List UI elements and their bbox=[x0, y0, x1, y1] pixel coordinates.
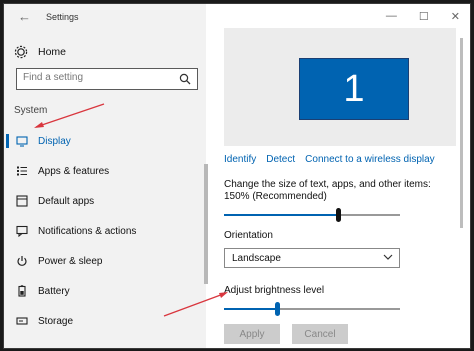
monitor-number: 1 bbox=[343, 67, 365, 110]
slider-thumb[interactable] bbox=[274, 302, 280, 316]
sidebar-item-label: Storage bbox=[38, 315, 74, 327]
sidebar-scrollbar[interactable] bbox=[204, 164, 208, 284]
display-pane: — ☐ ✕ 1 Identify Detect Connect to a wir… bbox=[210, 4, 470, 348]
slider-fill bbox=[224, 308, 277, 310]
content-scrollbar[interactable] bbox=[458, 26, 464, 346]
sidebar-item-power-sleep[interactable]: Power & sleep bbox=[4, 250, 202, 272]
minimize-icon[interactable]: — bbox=[386, 10, 397, 23]
settings-window: ← Settings Home System Display bbox=[3, 3, 471, 349]
sidebar-item-label: Display bbox=[38, 135, 71, 147]
search-icon[interactable] bbox=[179, 73, 191, 85]
sidebar-item-label: Notifications & actions bbox=[38, 225, 137, 237]
sidebar-item-label: Apps & features bbox=[38, 165, 110, 177]
close-icon[interactable]: ✕ bbox=[451, 10, 460, 23]
sidebar-item-label: Default apps bbox=[38, 195, 95, 207]
monitor-arrangement: 1 bbox=[224, 28, 456, 146]
slider-thumb[interactable] bbox=[336, 208, 342, 222]
list-icon bbox=[17, 166, 27, 176]
cancel-button[interactable]: Cancel bbox=[292, 324, 348, 344]
slider-fill bbox=[224, 214, 339, 216]
window-controls: — ☐ ✕ bbox=[386, 10, 460, 23]
sidebar-item-label: Power & sleep bbox=[38, 255, 103, 267]
sidebar-item-apps-features[interactable]: Apps & features bbox=[4, 160, 202, 182]
title-bar: ← Settings bbox=[4, 4, 206, 30]
scale-label: Change the size of text, apps, and other… bbox=[224, 179, 431, 202]
sidebar-item-storage[interactable]: Storage bbox=[4, 310, 202, 332]
identify-link[interactable]: Identify bbox=[224, 154, 256, 165]
scrollbar-thumb[interactable] bbox=[460, 38, 463, 228]
maximize-icon[interactable]: ☐ bbox=[419, 10, 429, 23]
sidebar-item-notifications[interactable]: Notifications & actions bbox=[4, 220, 202, 242]
back-arrow-icon[interactable]: ← bbox=[18, 9, 31, 24]
scale-slider[interactable] bbox=[224, 208, 400, 222]
chevron-down-icon bbox=[383, 254, 393, 260]
battery-icon bbox=[18, 285, 26, 297]
sidebar-item-battery[interactable]: Battery bbox=[4, 280, 202, 302]
notifications-icon bbox=[16, 225, 28, 237]
detect-link[interactable]: Detect bbox=[266, 154, 295, 165]
sidebar: ← Settings Home System Display bbox=[4, 4, 206, 348]
orientation-dropdown[interactable]: Landscape bbox=[224, 248, 400, 268]
display-links: Identify Detect Connect to a wireless di… bbox=[224, 154, 435, 165]
connect-wireless-link[interactable]: Connect to a wireless display bbox=[305, 154, 435, 165]
brightness-label: Adjust brightness level bbox=[224, 285, 325, 296]
sidebar-item-display[interactable]: Display bbox=[4, 130, 202, 152]
monitor-tile[interactable]: 1 bbox=[299, 58, 409, 120]
default-apps-icon bbox=[16, 195, 28, 207]
home-icon bbox=[14, 45, 28, 59]
sidebar-item-default-apps[interactable]: Default apps bbox=[4, 190, 202, 212]
monitor-icon bbox=[16, 136, 28, 147]
search-input[interactable] bbox=[23, 72, 173, 83]
power-icon bbox=[17, 256, 27, 266]
home-nav[interactable]: Home bbox=[14, 43, 66, 61]
section-heading: System bbox=[14, 105, 48, 116]
home-label: Home bbox=[38, 46, 67, 58]
sidebar-item-label: Battery bbox=[38, 285, 70, 297]
brightness-slider[interactable] bbox=[224, 302, 400, 316]
orientation-label: Orientation bbox=[224, 230, 273, 241]
apply-button[interactable]: Apply bbox=[224, 324, 280, 344]
storage-icon bbox=[16, 317, 28, 325]
window-title: Settings bbox=[46, 12, 79, 22]
search-box[interactable] bbox=[16, 68, 198, 90]
orientation-value: Landscape bbox=[232, 253, 281, 264]
